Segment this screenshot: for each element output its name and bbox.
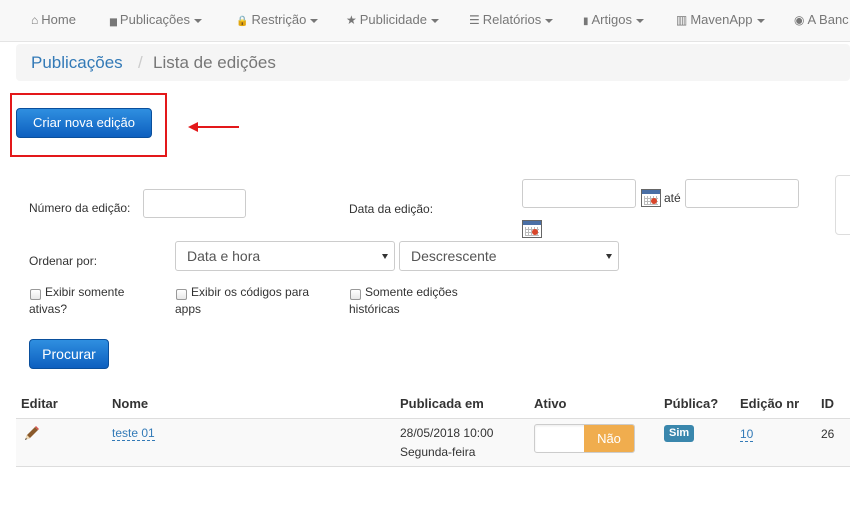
edition-number-label: Número da edição: <box>29 201 131 215</box>
header-public[interactable]: Pública? <box>664 396 718 411</box>
create-edition-button[interactable]: Criar nova edição <box>16 108 152 138</box>
nav-publicidade[interactable]: ★ Publicidade <box>346 0 439 40</box>
header-active[interactable]: Ativo <box>534 396 567 411</box>
toggle-off-label: Não <box>584 425 634 452</box>
nav-restricao-label: Restrição <box>251 12 307 27</box>
order-direction-value: Descrescente <box>411 248 497 264</box>
order-field-select[interactable]: Data e hora <box>175 241 395 271</box>
chevron-down-icon <box>606 254 612 259</box>
top-navbar: ⌂ Home ▆ Publicações 🔒 Restrição ★ Publicida… <box>0 0 850 42</box>
chevron-down-icon <box>545 18 554 23</box>
nav-publicacoes-label: Publicações <box>119 12 191 27</box>
active-only-label: Exibir somente ativas? <box>29 285 125 316</box>
edition-nr-link[interactable]: 10 <box>740 425 754 444</box>
breadcrumb-publicacoes-link[interactable]: Publicações <box>31 53 123 73</box>
date-between-label: até <box>664 191 681 205</box>
edition-date-label: Data da edição: <box>349 202 434 216</box>
home-icon: ⌂ <box>31 13 39 27</box>
edition-number-input[interactable] <box>143 189 246 218</box>
order-direction-select[interactable]: Descrescente <box>399 241 619 271</box>
nav-relatorios-label: Relatórios <box>482 12 542 27</box>
breadcrumb: Publicações / Lista de edições <box>16 44 850 81</box>
globe-icon: ◉ <box>794 13 805 27</box>
nav-mavenapp[interactable]: ▥ MavenApp <box>676 0 765 40</box>
side-panel <box>835 175 850 235</box>
chevron-down-icon <box>194 18 203 23</box>
nav-home-label: Home <box>41 12 76 27</box>
date-from-input[interactable] <box>522 179 636 208</box>
order-by-label: Ordenar por: <box>29 254 98 268</box>
star-icon: ★ <box>346 13 357 27</box>
chevron-down-icon <box>756 18 765 23</box>
published-day: Segunda-feira <box>400 445 476 459</box>
nav-a-banca[interactable]: ◉ A Banc <box>794 0 849 40</box>
calendar-icon[interactable] <box>522 220 542 238</box>
nav-home[interactable]: ⌂ Home <box>31 0 76 40</box>
chevron-down-icon <box>310 18 319 23</box>
barcode-icon: ▥ <box>676 13 688 27</box>
order-field-value: Data e hora <box>187 248 261 264</box>
nav-publicidade-label: Publicidade <box>359 12 427 27</box>
chevron-down-icon <box>430 18 439 23</box>
nav-a-banca-label: A Banc <box>807 12 849 27</box>
header-edit: Editar <box>21 396 58 411</box>
header-published[interactable]: Publicada em <box>400 396 484 411</box>
search-button[interactable]: Procurar <box>29 339 109 369</box>
list-icon: ☰ <box>469 13 480 27</box>
header-edition-nr[interactable]: Edição nr <box>740 396 799 411</box>
show-app-codes-label: Exibir os códigos para apps <box>175 285 310 316</box>
nav-relatorios[interactable]: ☰ Relatórios <box>469 0 554 40</box>
pencil-icon[interactable] <box>22 425 40 443</box>
published-date: 28/05/2018 10:00 <box>400 426 494 440</box>
breadcrumb-separator: / <box>138 53 143 72</box>
active-toggle[interactable]: Não <box>534 424 635 453</box>
date-to-input[interactable] <box>685 179 799 208</box>
breadcrumb-current: Lista de edições <box>153 53 276 72</box>
arrow-line <box>197 126 239 128</box>
file-icon: ▆ <box>110 16 117 26</box>
lock-icon: 🔒 <box>236 16 249 27</box>
bookmark-icon: ▮ <box>583 16 589 27</box>
historical-only-label: Somente edições históricas <box>349 285 458 316</box>
public-badge: Sim <box>664 425 695 442</box>
chevron-down-icon <box>635 18 644 23</box>
edition-id: 26 <box>821 427 835 441</box>
header-name[interactable]: Nome <box>112 396 148 411</box>
nav-mavenapp-label: MavenApp <box>690 12 753 27</box>
edition-name-text: teste 01 <box>112 426 155 441</box>
nav-publicacoes[interactable]: ▆ Publicações <box>110 0 203 40</box>
header-id[interactable]: ID <box>821 396 834 411</box>
nav-artigos-label: Artigos <box>591 12 632 27</box>
edition-nr-text: 10 <box>740 427 754 442</box>
nav-restricao[interactable]: 🔒 Restrição <box>236 0 319 40</box>
nav-artigos[interactable]: ▮ Artigos <box>583 0 644 40</box>
edition-name-link[interactable]: teste 01 <box>112 424 155 443</box>
calendar-icon[interactable] <box>641 189 661 207</box>
chevron-down-icon <box>382 254 388 259</box>
